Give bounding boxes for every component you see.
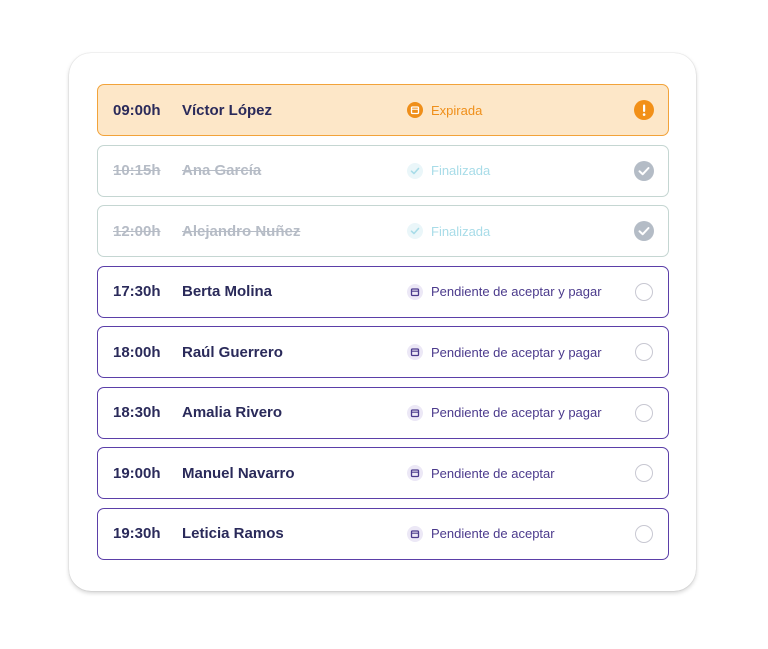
empty-circle-icon[interactable] (634, 403, 654, 423)
calendar-icon (407, 102, 423, 118)
appointment-status: Pendiente de aceptar y pagar (407, 283, 602, 300)
calendar-icon (407, 344, 423, 360)
status-label: Expirada (431, 102, 483, 118)
calendar-icon (407, 465, 423, 481)
calendar-icon (407, 525, 423, 542)
appointment-time: 09:00h (113, 101, 161, 119)
appointment-time: 18:30h (113, 404, 161, 421)
check-circle-icon[interactable] (634, 221, 654, 241)
appointments-list: 09:00h Víctor López Expirada 10:15h Ana … (97, 84, 669, 568)
status-label: Pendiente de aceptar (431, 465, 555, 481)
appointment-name: Víctor López (182, 101, 273, 119)
appointment-name: Leticia Ramos (182, 525, 284, 542)
status-label: Pendiente de aceptar y pagar (431, 284, 602, 299)
calendar-icon (407, 404, 423, 421)
status-label: Pendiente de aceptar (431, 526, 555, 541)
appointment-row[interactable]: 17:30h Berta Molina Pendiente de aceptar… (97, 265, 669, 318)
appointment-status: Finalizada (407, 223, 490, 239)
appointment-name: Alejandro Nuñez (182, 222, 301, 240)
appointment-time: 19:00h (113, 464, 161, 482)
appointments-card: 09:00h Víctor López Expirada 10:15h Ana … (69, 53, 696, 591)
empty-circle-icon[interactable] (634, 524, 654, 544)
status-label: Finalizada (431, 163, 491, 178)
appointment-row[interactable]: 09:00h Víctor López Expirada (97, 84, 669, 136)
appointment-name: Berta Molina (182, 283, 273, 300)
check-icon (407, 223, 423, 239)
appointment-status: Finalizada (407, 162, 491, 179)
appointment-status: Pendiente de aceptar (407, 525, 555, 542)
appointment-time: 18:00h (113, 343, 161, 361)
appointment-row[interactable]: 19:00h Manuel Navarro Pendiente de acept… (97, 447, 669, 499)
empty-circle-icon[interactable] (634, 463, 654, 483)
status-label: Pendiente de aceptar y pagar (431, 405, 602, 420)
appointment-row[interactable]: 12:00h Alejandro Nuñez Finalizada (97, 205, 669, 257)
status-label: Finalizada (431, 223, 491, 239)
appointment-row[interactable]: 18:00h Raúl Guerrero Pendiente de acepta… (97, 326, 669, 378)
appointment-time: 17:30h (113, 283, 161, 300)
appointment-status: Pendiente de aceptar y pagar (407, 344, 602, 360)
appointment-status: Expirada (407, 102, 482, 118)
appointment-name: Amalia Rivero (182, 404, 283, 421)
appointment-time: 10:15h (113, 162, 161, 179)
appointment-name: Raúl Guerrero (182, 343, 283, 361)
appointment-time: 12:00h (113, 222, 161, 240)
empty-circle-icon[interactable] (634, 282, 654, 302)
appointment-status: Pendiente de aceptar (407, 465, 555, 481)
appointment-name: Manuel Navarro (182, 464, 295, 482)
calendar-icon (407, 283, 423, 300)
appointment-row[interactable]: 10:15h Ana García Finalizada (97, 144, 669, 197)
appointment-status: Pendiente de aceptar y pagar (407, 404, 602, 421)
empty-circle-icon[interactable] (634, 342, 654, 362)
check-icon (407, 162, 423, 179)
appointment-name: Ana García (182, 162, 262, 179)
alert-icon[interactable] (634, 100, 654, 120)
check-circle-icon[interactable] (634, 160, 654, 181)
appointment-time: 19:30h (113, 525, 161, 542)
appointment-row[interactable]: 19:30h Leticia Ramos Pendiente de acepta… (97, 507, 669, 560)
appointment-row[interactable]: 18:30h Amalia Rivero Pendiente de acepta… (97, 386, 669, 439)
status-label: Pendiente de aceptar y pagar (431, 344, 602, 360)
